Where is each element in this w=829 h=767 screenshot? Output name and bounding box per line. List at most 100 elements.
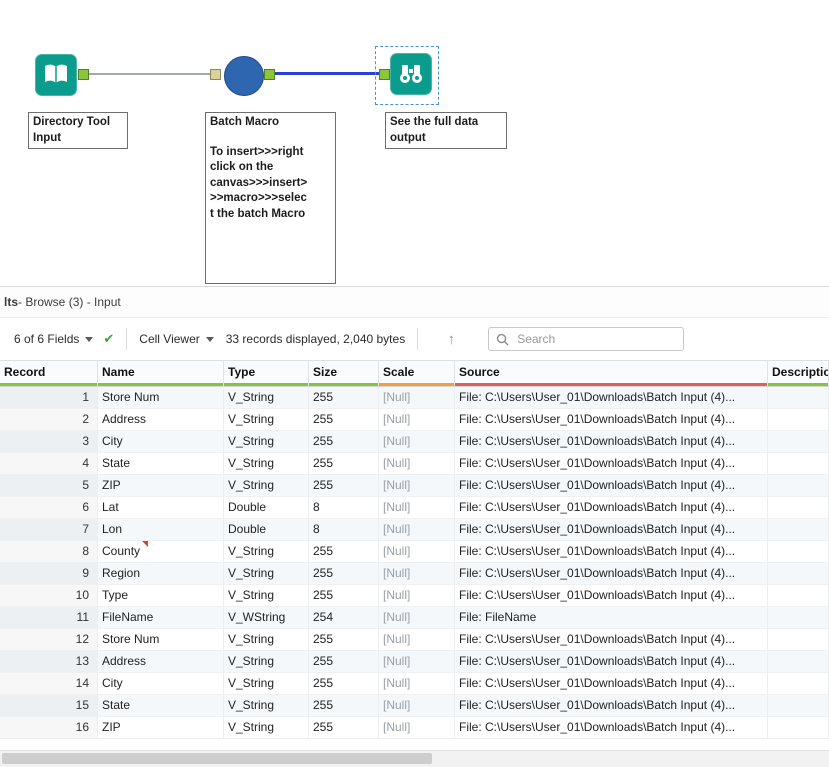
size-cell: 8 bbox=[309, 497, 379, 518]
macro-input-anchor[interactable] bbox=[210, 69, 221, 80]
table-row[interactable]: 13 Address V_String 255 [Null] File: C:\… bbox=[0, 651, 829, 673]
scale-cell: [Null] bbox=[379, 563, 455, 584]
description-cell bbox=[768, 519, 829, 540]
column-header-size[interactable]: Size bbox=[309, 361, 379, 386]
source-cell: File: C:\Users\User_01\Downloads\Batch I… bbox=[455, 387, 768, 408]
column-header-source[interactable]: Source bbox=[455, 361, 768, 386]
name-value: Type bbox=[102, 588, 129, 602]
batch-macro-annotation[interactable]: Batch Macro To insert>>>right click on t… bbox=[205, 112, 336, 284]
name-value: Address bbox=[102, 412, 147, 426]
name-cell: State bbox=[98, 453, 224, 474]
name-value: Lat bbox=[102, 500, 119, 514]
fields-dropdown[interactable]: 6 of 6 Fields bbox=[14, 332, 94, 346]
table-row[interactable]: 8 County V_String 255 [Null] File: C:\Us… bbox=[0, 541, 829, 563]
annotation-line: click on the bbox=[210, 161, 274, 174]
batch-macro-icon[interactable] bbox=[224, 56, 264, 96]
macro-output-anchor[interactable] bbox=[264, 69, 275, 80]
source-cell: File: C:\Users\User_01\Downloads\Batch I… bbox=[455, 717, 768, 738]
scale-cell: [Null] bbox=[379, 673, 455, 694]
description-cell bbox=[768, 453, 829, 474]
table-row[interactable]: 4 State V_String 255 [Null] File: C:\Use… bbox=[0, 453, 829, 475]
table-row[interactable]: 11 FileName V_WString 254 [Null] File: F… bbox=[0, 607, 829, 629]
scrollbar-thumb[interactable] bbox=[2, 753, 432, 764]
search-input[interactable] bbox=[515, 331, 677, 347]
data-quality-bar bbox=[379, 383, 454, 386]
table-row[interactable]: 16 ZIP V_String 255 [Null] File: C:\User… bbox=[0, 717, 829, 739]
search-box[interactable] bbox=[488, 327, 685, 351]
annotation-line: t the batch Macro bbox=[210, 207, 306, 220]
description-cell bbox=[768, 695, 829, 716]
size-cell: 255 bbox=[309, 585, 379, 606]
name-value: ZIP bbox=[102, 478, 121, 492]
description-cell bbox=[768, 651, 829, 672]
size-cell: 8 bbox=[309, 519, 379, 540]
name-cell: ZIP bbox=[98, 475, 224, 496]
directory-tool-icon[interactable] bbox=[35, 54, 77, 96]
record-cell: 15 bbox=[0, 695, 98, 716]
table-row[interactable]: 1 Store Num V_String 255 [Null] File: C:… bbox=[0, 387, 829, 409]
type-cell: V_String bbox=[224, 651, 309, 672]
table-row[interactable]: 6 Lat Double 8 [Null] File: C:\Users\Use… bbox=[0, 497, 829, 519]
table-row[interactable]: 10 Type V_String 255 [Null] File: C:\Use… bbox=[0, 585, 829, 607]
size-cell: 255 bbox=[309, 717, 379, 738]
table-row[interactable]: 5 ZIP V_String 255 [Null] File: C:\Users… bbox=[0, 475, 829, 497]
source-cell: File: C:\Users\User_01\Downloads\Batch I… bbox=[455, 673, 768, 694]
table-row[interactable]: 14 City V_String 255 [Null] File: C:\Use… bbox=[0, 673, 829, 695]
table-row[interactable]: 2 Address V_String 255 [Null] File: C:\U… bbox=[0, 409, 829, 431]
fields-dropdown-label: 6 of 6 Fields bbox=[14, 332, 80, 346]
browse-input-anchor[interactable] bbox=[379, 69, 390, 80]
connection-directory-to-macro[interactable] bbox=[87, 73, 210, 75]
record-cell: 16 bbox=[0, 717, 98, 738]
scale-cell: [Null] bbox=[379, 607, 455, 628]
name-value: City bbox=[102, 676, 123, 690]
type-cell: V_String bbox=[224, 453, 309, 474]
cell-viewer-dropdown[interactable]: Cell Viewer bbox=[139, 332, 214, 346]
upload-arrow-icon[interactable] bbox=[440, 328, 462, 350]
source-cell: File: C:\Users\User_01\Downloads\Batch I… bbox=[455, 409, 768, 430]
description-cell bbox=[768, 629, 829, 650]
horizontal-scrollbar[interactable] bbox=[0, 750, 829, 767]
scale-cell: [Null] bbox=[379, 497, 455, 518]
type-cell: V_String bbox=[224, 695, 309, 716]
table-row[interactable]: 3 City V_String 255 [Null] File: C:\User… bbox=[0, 431, 829, 453]
chevron-down-icon bbox=[85, 336, 94, 342]
label-line: See the full data bbox=[390, 116, 479, 128]
column-header-scale[interactable]: Scale bbox=[379, 361, 455, 386]
table-row[interactable]: 12 Store Num V_String 255 [Null] File: C… bbox=[0, 629, 829, 651]
description-cell bbox=[768, 541, 829, 562]
type-cell: Double bbox=[224, 497, 309, 518]
browse-tool-label[interactable]: See the full data output bbox=[385, 112, 507, 150]
description-cell bbox=[768, 673, 829, 694]
record-cell: 5 bbox=[0, 475, 98, 496]
source-cell: File: C:\Users\User_01\Downloads\Batch I… bbox=[455, 563, 768, 584]
description-cell bbox=[768, 497, 829, 518]
record-cell: 11 bbox=[0, 607, 98, 628]
results-title-rest: - Browse (3) - Input bbox=[18, 295, 121, 309]
table-row[interactable]: 15 State V_String 255 [Null] File: C:\Us… bbox=[0, 695, 829, 717]
column-header-record[interactable]: Record bbox=[0, 361, 98, 386]
table-row[interactable]: 9 Region V_String 255 [Null] File: C:\Us… bbox=[0, 563, 829, 585]
browse-tool-icon[interactable] bbox=[390, 53, 432, 95]
source-cell: File: FileName bbox=[455, 607, 768, 628]
name-cell: Store Num bbox=[98, 629, 224, 650]
source-cell: File: C:\Users\User_01\Downloads\Batch I… bbox=[455, 585, 768, 606]
column-header-name[interactable]: Name bbox=[98, 361, 224, 386]
description-cell bbox=[768, 409, 829, 430]
scale-cell: [Null] bbox=[379, 409, 455, 430]
directory-output-anchor[interactable] bbox=[78, 69, 89, 80]
directory-tool-label[interactable]: Directory Tool Input bbox=[28, 112, 128, 150]
name-value: Store Num bbox=[102, 390, 160, 404]
table-row[interactable]: 7 Lon Double 8 [Null] File: C:\Users\Use… bbox=[0, 519, 829, 541]
size-cell: 255 bbox=[309, 541, 379, 562]
column-header-description[interactable]: Description bbox=[768, 361, 829, 386]
description-cell bbox=[768, 563, 829, 584]
connection-macro-to-browse[interactable] bbox=[274, 72, 379, 75]
workflow-canvas[interactable]: Directory Tool Input Batch Macro To inse… bbox=[0, 0, 829, 287]
name-cell: FileName bbox=[98, 607, 224, 628]
size-cell: 255 bbox=[309, 453, 379, 474]
type-cell: V_String bbox=[224, 717, 309, 738]
check-icon[interactable] bbox=[103, 331, 114, 347]
size-cell: 255 bbox=[309, 409, 379, 430]
column-header-type[interactable]: Type bbox=[224, 361, 309, 386]
name-value: City bbox=[102, 434, 123, 448]
